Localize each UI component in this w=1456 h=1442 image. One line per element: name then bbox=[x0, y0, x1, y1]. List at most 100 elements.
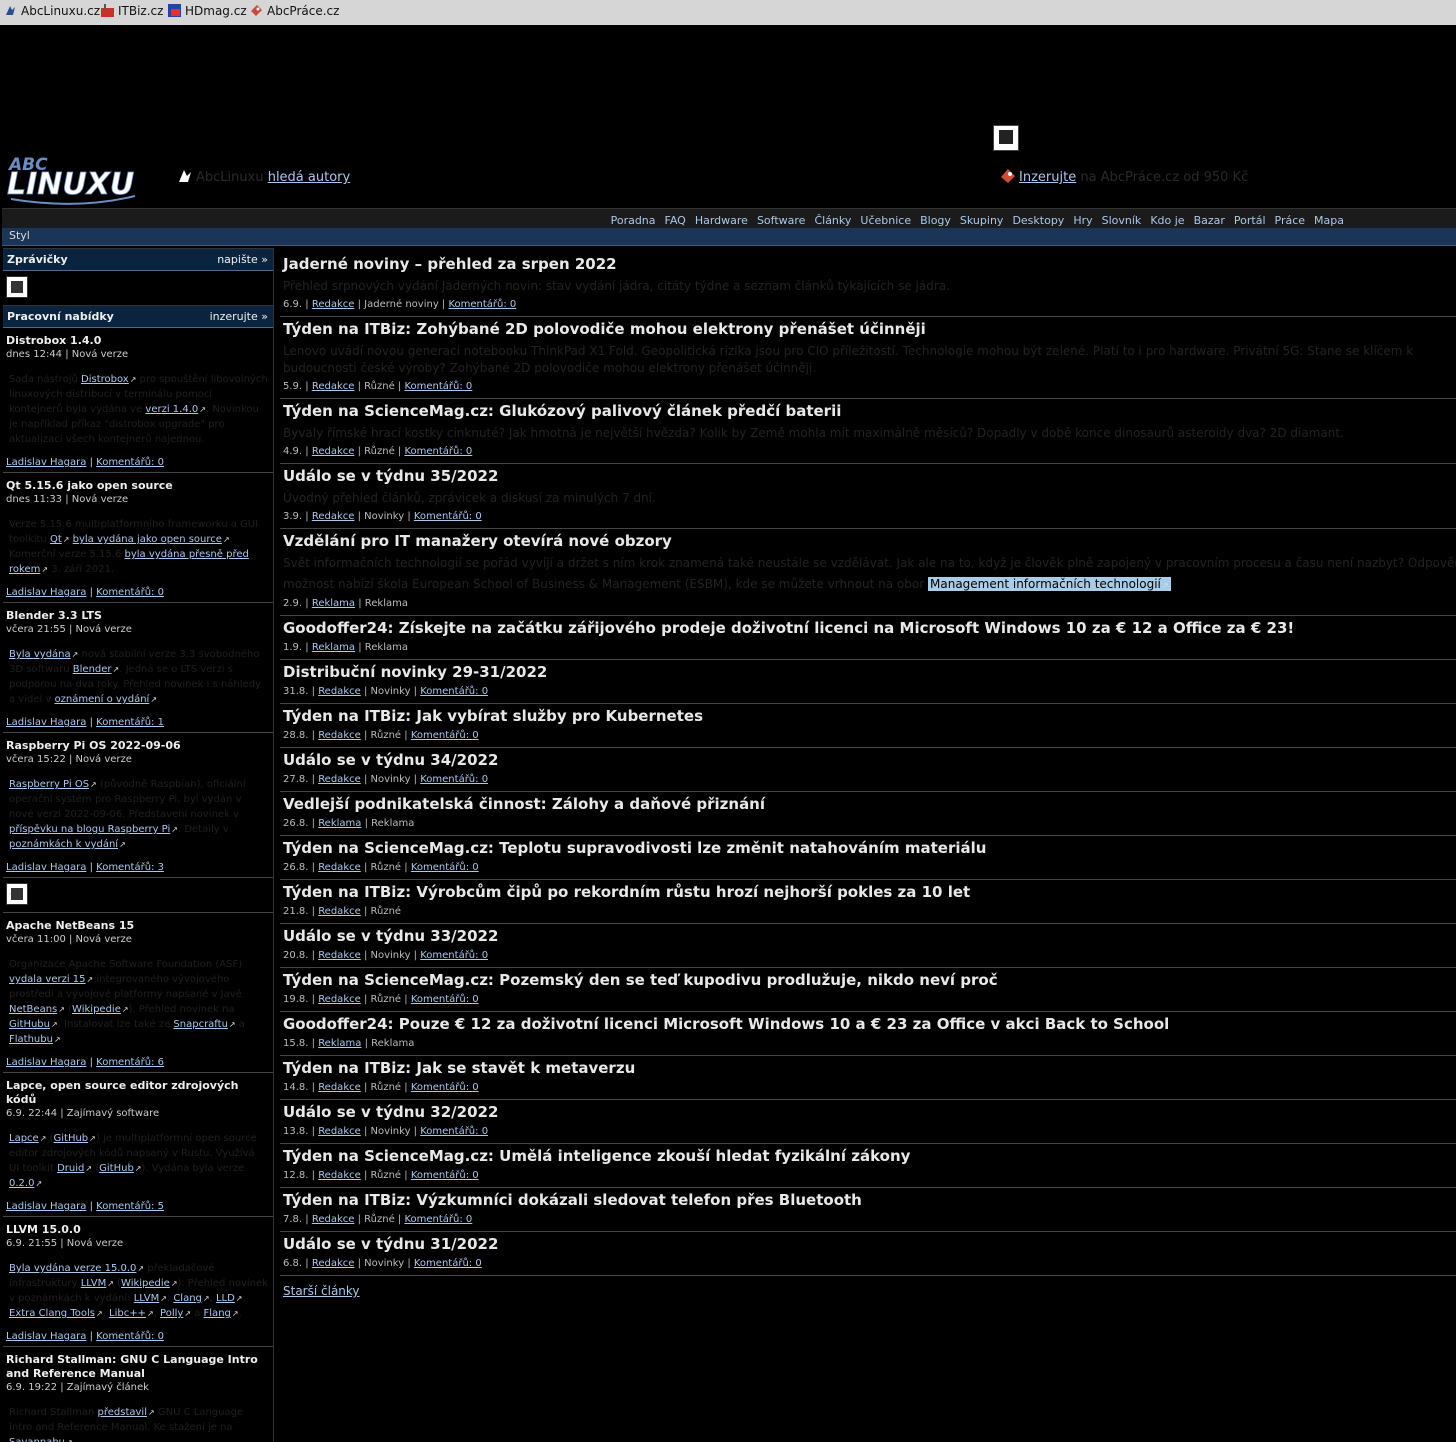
news-link[interactable]: vydala verzi 15 bbox=[9, 974, 93, 985]
nav-item-prace[interactable]: Práce bbox=[1275, 214, 1306, 227]
article-title[interactable]: Týden na ITBiz: Výzkumníci dokázali sled… bbox=[283, 1188, 1456, 1210]
article-author-link[interactable]: Redakce bbox=[318, 1082, 361, 1093]
article-title[interactable]: Událo se v týdnu 34/2022 bbox=[283, 748, 1456, 770]
article-author-link[interactable]: Reklama bbox=[318, 1038, 361, 1049]
news-link[interactable]: LLVM bbox=[81, 1278, 114, 1289]
article-author-link[interactable]: Redakce bbox=[312, 381, 355, 392]
news-link[interactable]: Clang bbox=[173, 1293, 209, 1304]
write-news-link[interactable]: napište » bbox=[217, 253, 268, 266]
news-link[interactable]: Extra Clang Tools bbox=[9, 1308, 103, 1319]
news-link[interactable]: verzi 1.4.0 bbox=[145, 404, 206, 415]
style-toggle[interactable]: Styl bbox=[9, 229, 30, 242]
site-link-abcprace[interactable]: AbcPráce.cz bbox=[250, 4, 339, 18]
article-title[interactable]: Jaderné noviny – přehled za srpen 2022 bbox=[283, 252, 1456, 274]
article-title[interactable]: Týden na ScienceMag.cz: Teplotu supravod… bbox=[283, 836, 1456, 858]
banner-image-icon[interactable] bbox=[993, 125, 1019, 151]
news-link[interactable]: Blender bbox=[73, 664, 119, 675]
article-comments-link[interactable]: Komentářů: 0 bbox=[411, 1170, 479, 1181]
highlighted-link[interactable]: Management informačních technologií bbox=[928, 577, 1171, 591]
news-link[interactable]: Polly bbox=[160, 1308, 191, 1319]
article-title[interactable]: Vedlejší podnikatelská činnost: Zálohy a… bbox=[283, 792, 1456, 814]
article-comments-link[interactable]: Komentářů: 0 bbox=[420, 686, 488, 697]
nav-item-faq[interactable]: FAQ bbox=[665, 214, 686, 227]
article-author-link[interactable]: Redakce bbox=[312, 511, 355, 522]
article-title[interactable]: Distribuční novinky 29-31/2022 bbox=[283, 660, 1456, 682]
article-author-link[interactable]: Redakce bbox=[312, 446, 355, 457]
article-title[interactable]: Týden na ScienceMag.cz: Pozemský den se … bbox=[283, 968, 1456, 990]
news-link[interactable]: Flang bbox=[204, 1308, 239, 1319]
news-link[interactable]: GitHub bbox=[54, 1133, 96, 1144]
news-link[interactable]: Byla vydána verze 15.0.0 bbox=[9, 1263, 144, 1274]
news-author-link[interactable]: Ladislav Hagara bbox=[6, 1201, 86, 1212]
site-link-itbiz[interactable]: ITBiz.cz bbox=[101, 4, 163, 18]
news-link[interactable]: 0.2.0 bbox=[9, 1178, 42, 1189]
news-author-link[interactable]: Ladislav Hagara bbox=[6, 717, 86, 728]
nav-item-skupiny[interactable]: Skupiny bbox=[960, 214, 1004, 227]
article-author-link[interactable]: Redakce bbox=[318, 994, 361, 1005]
article-comments-link[interactable]: Komentářů: 0 bbox=[420, 1126, 488, 1137]
news-comments-link[interactable]: Komentářů: 3 bbox=[96, 862, 164, 873]
news-author-link[interactable]: Ladislav Hagara bbox=[6, 1331, 86, 1342]
news-title[interactable]: Raspberry Pi OS 2022-09-06 bbox=[6, 739, 270, 753]
nav-item-desktopy[interactable]: Desktopy bbox=[1012, 214, 1064, 227]
article-author-link[interactable]: Redakce bbox=[312, 1258, 355, 1269]
article-comments-link[interactable]: Komentářů: 0 bbox=[404, 1214, 472, 1225]
news-comments-link[interactable]: Komentářů: 6 bbox=[96, 1057, 164, 1068]
news-author-link[interactable]: Ladislav Hagara bbox=[6, 457, 86, 468]
news-author-link[interactable]: Ladislav Hagara bbox=[6, 862, 86, 873]
news-title[interactable]: Apache NetBeans 15 bbox=[6, 919, 270, 933]
article-author-link[interactable]: Redakce bbox=[312, 1214, 355, 1225]
news-link[interactable]: Libc++ bbox=[109, 1308, 154, 1319]
news-link[interactable]: poznámkách k vydání bbox=[9, 839, 126, 850]
nav-item-hry[interactable]: Hry bbox=[1073, 214, 1092, 227]
authors-promo-link[interactable]: hledá autory bbox=[268, 170, 351, 185]
article-title[interactable]: Goodoffer24: Získejte na začátku zářijov… bbox=[283, 616, 1456, 638]
news-title[interactable]: Richard Stallman: GNU C Language Intro a… bbox=[6, 1353, 270, 1381]
article-comments-link[interactable]: Komentářů: 0 bbox=[420, 774, 488, 785]
news-title[interactable]: LLVM 15.0.0 bbox=[6, 1223, 270, 1237]
news-link[interactable]: příspěvku na blogu Raspberry Pi bbox=[9, 824, 178, 835]
news-link[interactable]: Snapcraftu bbox=[173, 1019, 235, 1030]
nav-item-bazar[interactable]: Bazar bbox=[1194, 214, 1225, 227]
news-author-link[interactable]: Ladislav Hagara bbox=[6, 1057, 86, 1068]
article-author-link[interactable]: Reklama bbox=[312, 642, 355, 653]
news-link[interactable]: Flathubu bbox=[9, 1034, 61, 1045]
article-comments-link[interactable]: Komentářů: 0 bbox=[411, 730, 479, 741]
news-link[interactable]: Qt bbox=[50, 534, 70, 545]
news-title[interactable]: Blender 3.3 LTS bbox=[6, 609, 270, 623]
article-author-link[interactable]: Redakce bbox=[318, 774, 361, 785]
news-link[interactable]: Wikipedie bbox=[121, 1278, 178, 1289]
nav-item-kdo-je[interactable]: Kdo je bbox=[1150, 214, 1184, 227]
ad-image-icon[interactable] bbox=[6, 883, 28, 905]
article-comments-link[interactable]: Komentářů: 0 bbox=[404, 381, 472, 392]
article-title[interactable]: Týden na ScienceMag.cz: Umělá inteligenc… bbox=[283, 1144, 1456, 1166]
news-link[interactable]: LLD bbox=[216, 1293, 243, 1304]
nav-item-slovnik[interactable]: Slovník bbox=[1102, 214, 1142, 227]
article-title[interactable]: Týden na ITBiz: Zohýbané 2D polovodiče m… bbox=[283, 317, 1456, 339]
article-author-link[interactable]: Reklama bbox=[312, 598, 355, 609]
nav-item-software[interactable]: Software bbox=[757, 214, 806, 227]
news-link[interactable]: představil bbox=[98, 1407, 155, 1418]
news-author-link[interactable]: Ladislav Hagara bbox=[6, 587, 86, 598]
article-title[interactable]: Týden na ScienceMag.cz: Glukózový palivo… bbox=[283, 399, 1456, 421]
article-author-link[interactable]: Redakce bbox=[312, 299, 355, 310]
news-title[interactable]: Qt 5.15.6 jako open source bbox=[6, 479, 270, 493]
article-comments-link[interactable]: Komentářů: 0 bbox=[448, 299, 516, 310]
nav-item-clanky[interactable]: Články bbox=[814, 214, 851, 227]
news-link[interactable]: oznámení o vydání bbox=[55, 694, 157, 705]
post-job-link[interactable]: inzerujte » bbox=[210, 310, 268, 323]
news-link[interactable]: LLVM bbox=[134, 1293, 167, 1304]
nav-item-hardware[interactable]: Hardware bbox=[695, 214, 748, 227]
article-title[interactable]: Událo se v týdnu 32/2022 bbox=[283, 1100, 1456, 1122]
news-comments-link[interactable]: Komentářů: 0 bbox=[96, 1331, 164, 1342]
news-link[interactable]: NetBeans bbox=[9, 1004, 65, 1015]
news-link[interactable]: GitHub bbox=[99, 1163, 141, 1174]
news-link[interactable]: Druid bbox=[57, 1163, 92, 1174]
news-link[interactable]: byla vydána jako open source bbox=[73, 534, 230, 545]
older-articles-link[interactable]: Starší články bbox=[283, 1284, 1456, 1298]
article-title[interactable]: Týden na ITBiz: Výrobcům čipů po rekordn… bbox=[283, 880, 1456, 902]
article-comments-link[interactable]: Komentářů: 0 bbox=[414, 1258, 482, 1269]
article-comments-link[interactable]: Komentářů: 0 bbox=[420, 950, 488, 961]
article-title[interactable]: Vzdělání pro IT manažery otevírá nové ob… bbox=[283, 529, 1456, 551]
news-link[interactable]: Raspberry Pi OS bbox=[9, 779, 97, 790]
